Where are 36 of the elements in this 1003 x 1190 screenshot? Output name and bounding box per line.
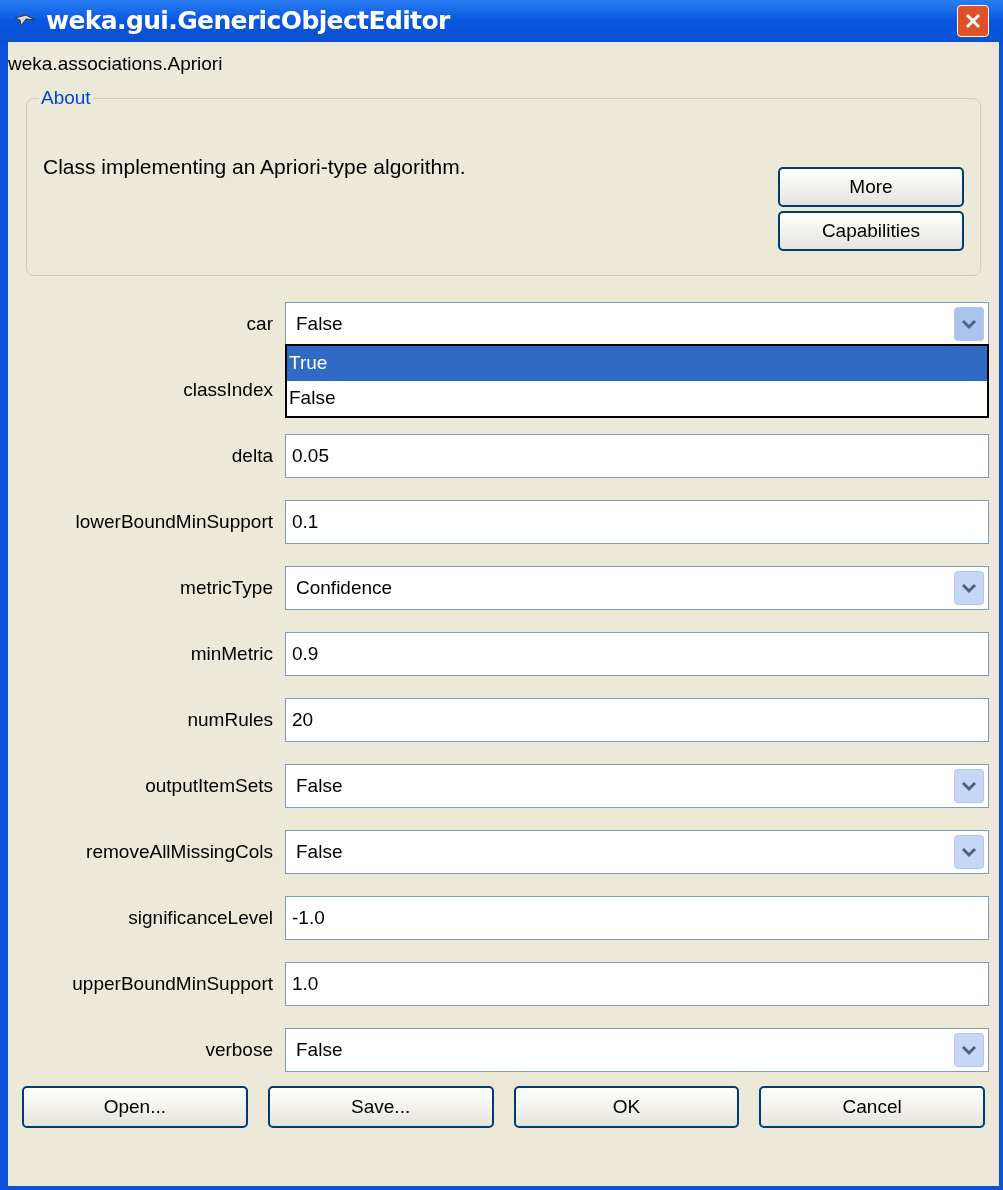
property-label: removeAllMissingCols: [85, 839, 274, 864]
property-label: classIndex: [182, 377, 274, 402]
description: Class implementing an Apriori-type algorithm.: [43, 154, 466, 180]
dropdown-option[interactable]: True: [287, 346, 987, 381]
property-dropdown[interactable]: False: [285, 302, 989, 346]
property-field[interactable]: -1.0: [285, 896, 989, 940]
property-dropdown[interactable]: Confidence: [285, 566, 989, 610]
dialog-button[interactable]: Open...: [22, 1086, 248, 1128]
property-label: upperBoundMinSupport: [71, 971, 274, 996]
about-button[interactable]: Capabilities: [778, 211, 964, 251]
property-label: numRules: [186, 707, 274, 732]
close-button[interactable]: [957, 5, 989, 37]
property-label: outputItemSets: [144, 773, 274, 798]
about-button[interactable]: More: [778, 167, 964, 207]
class-name: weka.associations.Apriori: [8, 52, 224, 76]
property-label: lowerBoundMinSupport: [74, 509, 274, 534]
dialog-button[interactable]: Save...: [267, 1086, 494, 1128]
property-label: minMetric: [189, 641, 274, 666]
property-field[interactable]: 0.9: [285, 632, 989, 676]
property-dropdown[interactable]: False: [285, 764, 989, 808]
dialog-button[interactable]: Cancel: [759, 1086, 985, 1128]
property-field[interactable]: 20: [285, 698, 989, 742]
property-dropdown[interactable]: False: [285, 830, 989, 874]
window-title: weka.gui.GenericObjectEditor: [46, 5, 450, 38]
property-label: significanceLevel: [127, 905, 274, 930]
property-field[interactable]: 1.0: [285, 962, 989, 1006]
close-icon: [964, 12, 982, 30]
property-label: metricType: [179, 575, 274, 600]
dialog-button[interactable]: OK: [513, 1086, 740, 1128]
property-field[interactable]: 0.1: [285, 500, 989, 544]
property-label: delta: [230, 443, 274, 468]
property-label: verbose: [204, 1037, 274, 1062]
bird-icon: [14, 14, 36, 28]
property-field[interactable]: 0.05: [285, 434, 989, 478]
property-label: car: [245, 311, 274, 336]
property-dropdown[interactable]: False: [285, 1028, 989, 1072]
